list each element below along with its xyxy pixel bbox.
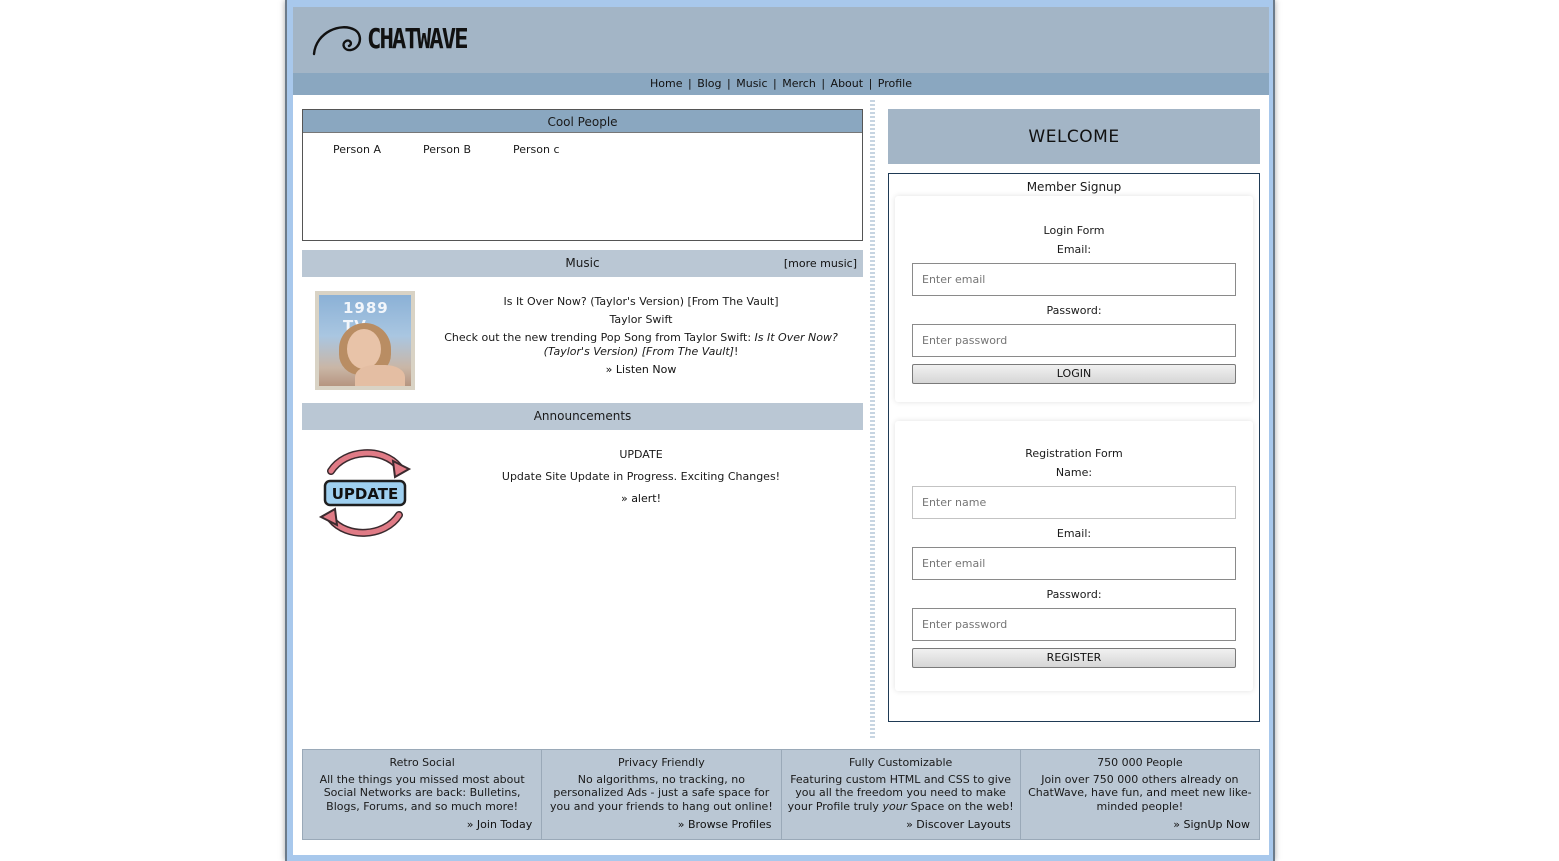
member-signup-title: Member Signup	[1026, 180, 1122, 194]
person-link[interactable]: Person A	[333, 143, 423, 156]
update-icon-label: UPDATE	[332, 485, 399, 503]
album-art-body	[355, 365, 405, 386]
feature-title: Retro Social	[389, 756, 455, 769]
registration-form: Registration Form Name: Email: Password:…	[895, 421, 1253, 691]
announcements-header: Announcements	[302, 403, 863, 430]
browse-profiles-link[interactable]: » Browse Profiles	[678, 818, 772, 832]
nav-separator: |	[687, 77, 692, 90]
announcements-title: Announcements	[533, 409, 632, 423]
music-title: Music	[565, 256, 600, 270]
feature-text: No algorithms, no tracking, no personali…	[550, 772, 773, 813]
feature-privacy-friendly: Privacy Friendly No algorithms, no track…	[542, 750, 782, 839]
announcement-heading: UPDATE	[619, 448, 663, 461]
more-music-link[interactable]: [more music]	[784, 250, 857, 277]
login-form-title: Login Form	[1043, 224, 1105, 237]
signup-now-link[interactable]: » SignUp Now	[1173, 818, 1250, 832]
nav-merch[interactable]: Merch	[782, 77, 816, 90]
announcement-text: Update Site Update in Progress. Exciting…	[501, 470, 781, 483]
register-email-input[interactable]	[912, 547, 1236, 580]
feature-text: Join over 750 000 others already on Chat…	[1028, 772, 1252, 813]
wave-logo-icon	[312, 26, 362, 56]
album-art-face	[347, 329, 381, 369]
feature-title: Privacy Friendly	[618, 756, 705, 769]
feature-fully-customizable: Fully Customizable Featuring custom HTML…	[782, 750, 1021, 839]
page-frame: CHATWAVE Home | Blog | Music | Merch | A…	[285, 0, 1275, 861]
person-link[interactable]: Person c	[513, 143, 603, 156]
page-content: CHATWAVE Home | Blog | Music | Merch | A…	[293, 7, 1269, 855]
song-description-prefix: Check out the new trending Pop Song from…	[444, 331, 755, 344]
nav-separator: |	[773, 77, 777, 90]
cool-people-list: Person A Person B Person c	[303, 143, 862, 156]
feature-title: 750 000 People	[1097, 756, 1183, 769]
login-email-label: Email:	[1056, 243, 1092, 256]
person-link[interactable]: Person B	[423, 143, 513, 156]
song-description-suffix: !	[733, 345, 739, 358]
welcome-banner: WELCOME	[888, 109, 1260, 164]
register-button[interactable]: REGISTER	[912, 648, 1236, 668]
login-password-label: Password:	[1046, 304, 1102, 317]
nav-blog[interactable]: Blog	[697, 77, 721, 90]
site-header: CHATWAVE	[293, 7, 1269, 73]
login-email-input[interactable]	[912, 263, 1236, 296]
nav-separator: |	[821, 77, 826, 90]
listen-now-link[interactable]: » Listen Now	[606, 363, 677, 376]
cool-people-box: Cool People Person A Person B Person c	[302, 109, 863, 241]
announcement-details: UPDATE Update Site Update in Progress. E…	[431, 448, 851, 514]
album-cover-image[interactable]: 1989 TV	[315, 291, 415, 390]
column-divider	[870, 100, 875, 740]
register-password-input[interactable]	[912, 608, 1236, 641]
feature-text: All the things you missed most about Soc…	[319, 772, 525, 813]
logo-text: CHATWAVE	[367, 22, 469, 56]
update-icon: UPDATE	[315, 443, 415, 543]
main-nav: Home | Blog | Music | Merch | About | Pr…	[293, 73, 1269, 95]
feature-text-emphasis: your	[882, 799, 908, 813]
feature-title: Fully Customizable	[848, 756, 953, 769]
nav-home[interactable]: Home	[650, 77, 682, 90]
nav-separator: |	[868, 77, 873, 90]
music-header: Music [more music]	[302, 250, 863, 277]
nav-about[interactable]: About	[831, 77, 864, 90]
feature-retro-social: Retro Social All the things you missed m…	[303, 750, 543, 839]
music-details: Is It Over Now? (Taylor's Version) [From…	[431, 295, 851, 381]
login-button[interactable]: LOGIN	[912, 364, 1236, 384]
song-description: Check out the new trending Pop Song from…	[431, 331, 851, 359]
feature-people-count: 750 000 People Join over 750 000 others …	[1021, 750, 1259, 839]
join-today-link[interactable]: » Join Today	[467, 818, 533, 832]
login-password-input[interactable]	[912, 324, 1236, 357]
feature-footer: Retro Social All the things you missed m…	[302, 749, 1260, 840]
alert-link[interactable]: » alert!	[621, 492, 661, 505]
register-email-label: Email:	[1056, 527, 1092, 540]
register-name-label: Name:	[1055, 466, 1093, 479]
register-password-label: Password:	[1046, 588, 1102, 601]
song-artist: Taylor Swift	[609, 313, 673, 326]
chatwave-logo[interactable]: CHATWAVE	[311, 19, 469, 59]
nav-profile[interactable]: Profile	[878, 77, 912, 90]
nav-music[interactable]: Music	[736, 77, 767, 90]
login-form: Login Form Email: Password: LOGIN	[895, 196, 1253, 402]
song-title: Is It Over Now? (Taylor's Version) [From…	[503, 295, 779, 308]
nav-separator: |	[727, 77, 731, 90]
feature-text: Featuring custom HTML and CSS to give yo…	[786, 773, 1016, 814]
feature-text-suffix: Space on the web!	[907, 799, 1014, 813]
discover-layouts-link[interactable]: » Discover Layouts	[906, 818, 1011, 832]
cool-people-title: Cool People	[303, 110, 862, 133]
register-name-input[interactable]	[912, 486, 1236, 519]
member-signup-panel: Member Signup Login Form Email: Password…	[888, 173, 1260, 722]
registration-form-title: Registration Form	[1025, 447, 1123, 460]
